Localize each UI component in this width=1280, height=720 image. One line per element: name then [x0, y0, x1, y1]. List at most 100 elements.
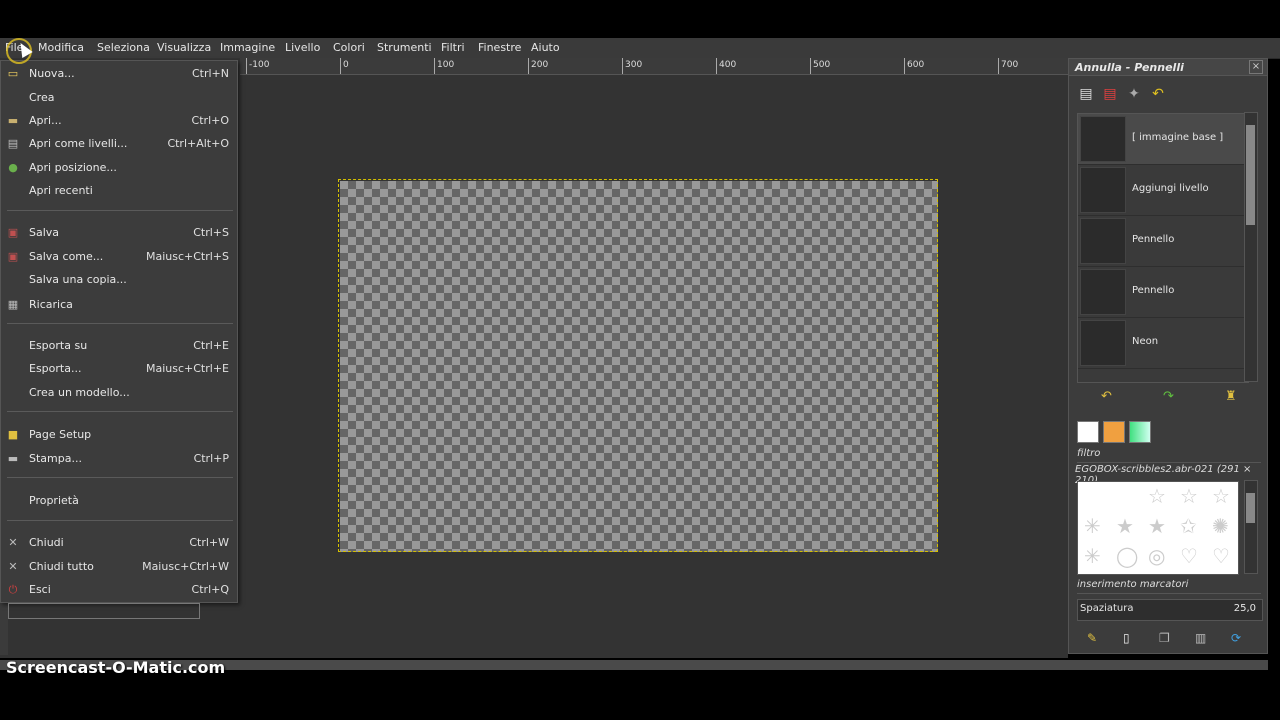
- ruler-label: 500: [813, 60, 831, 70]
- undo-brushes-dock: Annulla - Pennelli × ▤ ▤ ✦ ↶ [ immagine bas…: [1068, 58, 1268, 654]
- menu-item-apri-posizione[interactable]: ● Apri posizione...: [1, 157, 237, 179]
- file-menu: ▭ Nuova... Ctrl+N Crea ▬ Apri... Ctrl+O ▤ Apr…: [0, 60, 238, 603]
- spacing-label: Spaziatura: [1080, 603, 1134, 614]
- tag-input[interactable]: inserimento marcatori: [1077, 579, 1261, 594]
- undo-icon[interactable]: ↶: [1101, 389, 1112, 404]
- menu-item-esporta[interactable]: Esporta... Maiusc+Ctrl+E: [1, 358, 237, 380]
- gradients-tab-icon[interactable]: [1129, 421, 1151, 443]
- brush-filter-field[interactable]: filtro: [1077, 448, 1261, 463]
- menu-item-apri[interactable]: ▬ Apri... Ctrl+O: [1, 110, 237, 132]
- horizontal-ruler[interactable]: -100 0 100 200 300 400 500 600 700: [240, 58, 1068, 75]
- new-brush-icon[interactable]: ▯: [1123, 631, 1130, 645]
- circle-brush-icon[interactable]: ◎: [1148, 544, 1165, 568]
- close-all-icon: ✕: [8, 560, 18, 573]
- brush-scrollbar[interactable]: [1244, 480, 1258, 574]
- ruler-label: 700: [1001, 60, 1019, 70]
- sparkle-brush-icon[interactable]: ✳: [1084, 544, 1101, 568]
- history-item[interactable]: Pennello: [1078, 267, 1246, 318]
- star-brush-icon[interactable]: ★: [1148, 514, 1166, 538]
- redo-icon[interactable]: ↷: [1163, 389, 1174, 404]
- layers-tab-icon[interactable]: ▤: [1075, 83, 1097, 105]
- left-dock-fragment: [8, 603, 200, 619]
- menu-separator: [7, 477, 233, 478]
- history-scrollbar[interactable]: [1244, 112, 1258, 382]
- sparkle-brush-icon[interactable]: ✳: [1084, 514, 1101, 538]
- menu-visualizza[interactable]: Visualizza: [157, 41, 211, 54]
- menu-item-chiudi-tutto[interactable]: ✕ Chiudi tutto Maiusc+Ctrl+W: [1, 556, 237, 578]
- history-thumbnail: [1080, 320, 1126, 366]
- menu-finestre[interactable]: Finestre: [478, 41, 521, 54]
- close-icon[interactable]: ×: [1249, 60, 1263, 74]
- clear-history-icon[interactable]: ♜: [1225, 389, 1237, 404]
- menu-item-stampa[interactable]: ▬ Stampa... Ctrl+P: [1, 448, 237, 470]
- refresh-brushes-icon[interactable]: ⟳: [1231, 631, 1241, 645]
- edit-brush-icon[interactable]: ✎: [1087, 631, 1097, 645]
- menu-item-nuova[interactable]: ▭ Nuova... Ctrl+N: [1, 63, 237, 85]
- brush-grid[interactable]: ☆ ☆ ☆ ✳ ★ ★ ✩ ✺ ✳ ◯ ◎ ♡ ♡: [1077, 481, 1239, 575]
- menu-strumenti[interactable]: Strumenti: [377, 41, 432, 54]
- menu-item-apri-recenti[interactable]: Apri recenti: [1, 180, 237, 202]
- transparent-canvas[interactable]: [340, 181, 938, 552]
- menu-item-crea[interactable]: Crea: [1, 87, 237, 109]
- duplicate-brush-icon[interactable]: ❐: [1159, 631, 1170, 645]
- ruler-label: 0: [343, 60, 349, 70]
- menu-seleziona[interactable]: Seleziona: [97, 41, 150, 54]
- page-setup-icon: ■: [7, 428, 19, 441]
- heart-brush-icon[interactable]: ♡: [1212, 544, 1230, 568]
- undo-tab-icon[interactable]: ↶: [1147, 83, 1169, 105]
- spacing-slider[interactable]: Spaziatura 25,0: [1077, 599, 1263, 621]
- star-brush-icon[interactable]: ☆: [1212, 484, 1230, 508]
- star-brush-icon[interactable]: ✩: [1180, 514, 1197, 538]
- menu-separator: [7, 210, 233, 211]
- brush-tabs: [1077, 421, 1155, 446]
- paths-tab-icon[interactable]: ✦: [1123, 83, 1145, 105]
- menu-item-crea-modello[interactable]: Crea un modello...: [1, 382, 237, 404]
- menu-item-salva-copia[interactable]: Salva una copia...: [1, 269, 237, 291]
- history-item[interactable]: Neon: [1078, 318, 1246, 369]
- menu-livello[interactable]: Livello: [285, 41, 320, 54]
- scroll-thumb[interactable]: [1246, 493, 1255, 523]
- history-item[interactable]: Aggiungi livello: [1078, 165, 1246, 216]
- star-brush-icon[interactable]: ☆: [1148, 484, 1166, 508]
- brush-actions: ✎ ▯ ❐ ▥ ⟳: [1077, 631, 1261, 649]
- menu-item-salva-come[interactable]: ▣ Salva come... Maiusc+Ctrl+S: [1, 246, 237, 268]
- watermark-text: Screencast-O-Matic.com: [6, 658, 226, 677]
- menu-item-apri-livelli[interactable]: ▤ Apri come livelli... Ctrl+Alt+O: [1, 133, 237, 155]
- sparkle-brush-icon[interactable]: ✺: [1212, 514, 1229, 538]
- menu-filtri[interactable]: Filtri: [441, 41, 465, 54]
- menu-aiuto[interactable]: Aiuto: [531, 41, 560, 54]
- scroll-thumb[interactable]: [1246, 125, 1255, 225]
- menu-item-chiudi[interactable]: ✕ Chiudi Ctrl+W: [1, 532, 237, 554]
- menu-item-esporta-su[interactable]: Esporta su Ctrl+E: [1, 335, 237, 357]
- menu-item-salva[interactable]: ▣ Salva Ctrl+S: [1, 222, 237, 244]
- history-item[interactable]: Pennello: [1078, 216, 1246, 267]
- menu-item-ricarica[interactable]: ▦ Ricarica: [1, 294, 237, 316]
- history-thumbnail: [1080, 269, 1126, 315]
- channels-tab-icon[interactable]: ▤: [1099, 83, 1121, 105]
- menu-item-proprieta[interactable]: Proprietà: [1, 490, 237, 512]
- reload-icon: ▦: [7, 298, 19, 311]
- ruler-label: 200: [531, 60, 549, 70]
- patterns-tab-icon[interactable]: [1103, 421, 1125, 443]
- menu-separator: [7, 323, 233, 324]
- menu-separator: [7, 411, 233, 412]
- heart-brush-icon[interactable]: ♡: [1180, 544, 1198, 568]
- history-thumbnail: [1080, 167, 1126, 213]
- menu-item-esci[interactable]: ⏻ Esci Ctrl+Q: [1, 579, 237, 601]
- delete-brush-icon[interactable]: ▥: [1195, 631, 1206, 645]
- menu-colori[interactable]: Colori: [333, 41, 365, 54]
- star-brush-icon[interactable]: ★: [1116, 514, 1134, 538]
- star-brush-icon[interactable]: ☆: [1180, 484, 1198, 508]
- history-item[interactable]: [ immagine base ]: [1078, 114, 1246, 165]
- spacing-value: 25,0: [1233, 603, 1256, 614]
- menu-modifica[interactable]: Modifica: [38, 41, 84, 54]
- brushes-tab-icon[interactable]: [1077, 421, 1099, 443]
- layers-icon: ▤: [7, 137, 19, 150]
- menu-item-page-setup[interactable]: ■ Page Setup: [1, 424, 237, 446]
- menubar: File Modifica Seleziona Visualizza Immag…: [0, 38, 1280, 59]
- close-icon: ✕: [8, 536, 18, 549]
- circle-brush-icon[interactable]: ◯: [1116, 544, 1138, 568]
- save-icon: ▣: [7, 226, 19, 239]
- menu-immagine[interactable]: Immagine: [220, 41, 275, 54]
- menu-separator: [7, 520, 233, 521]
